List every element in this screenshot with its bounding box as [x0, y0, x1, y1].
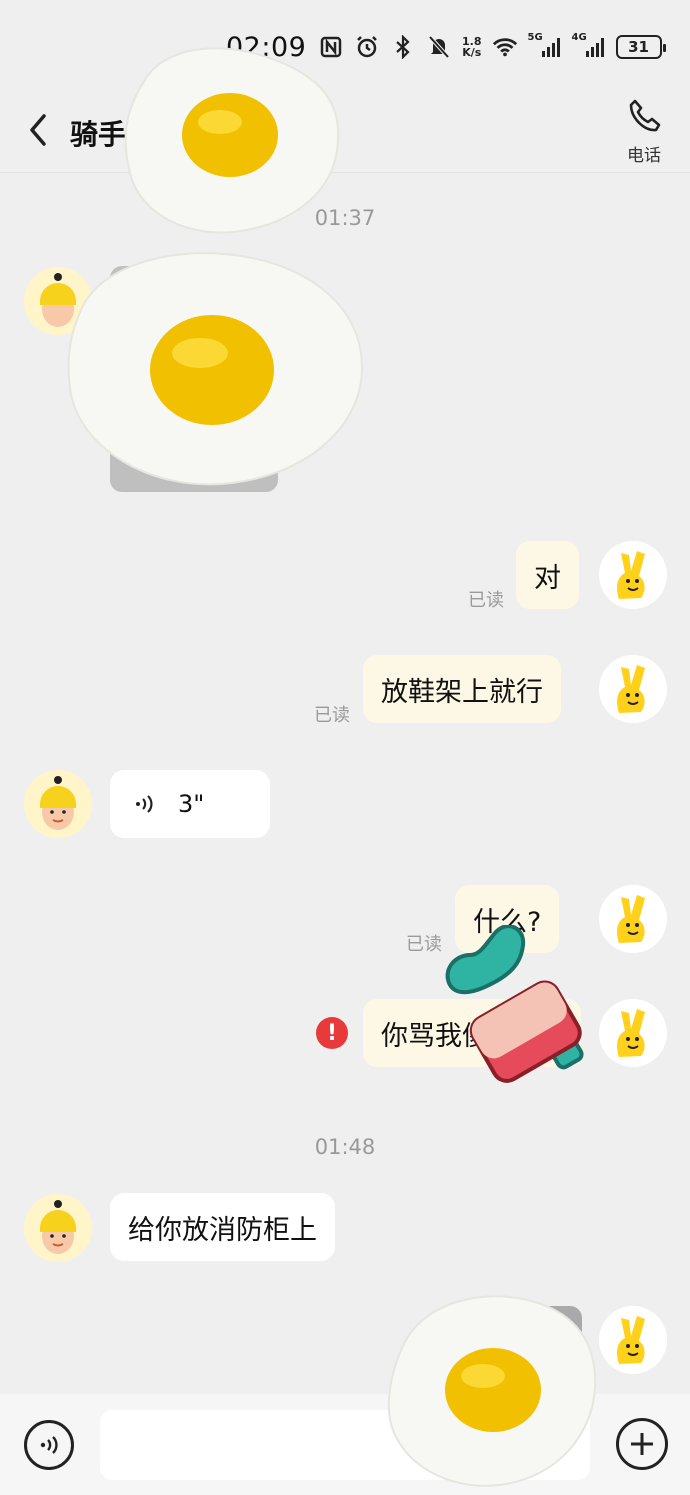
voice-input-button[interactable] [24, 1420, 74, 1470]
rider-avatar[interactable] [24, 1194, 92, 1262]
chevron-left-icon [30, 114, 46, 146]
fried-egg-sticker [387, 1295, 597, 1487]
more-button[interactable] [616, 1418, 668, 1470]
status-bar: 02:09 1.8 K/s 5G 4G 31 [0, 0, 690, 95]
read-receipt: 已读 [406, 934, 442, 955]
net-speed: 1.8 K/s [462, 35, 482, 59]
rider-avatar[interactable] [24, 770, 92, 838]
phone-icon [629, 99, 661, 132]
timestamp: 01:48 [314, 1135, 376, 1159]
message-bubble-out[interactable]: 对 [516, 541, 579, 609]
timestamp: 01:37 [314, 206, 376, 230]
signal-5g-icon: 5G [528, 32, 562, 60]
alarm-icon [354, 34, 380, 60]
my-avatar[interactable] [599, 999, 667, 1067]
hammer-sticker [445, 925, 584, 1083]
read-receipt: 已读 [468, 590, 504, 611]
call-button[interactable]: 电话 [620, 97, 668, 167]
my-avatar[interactable] [599, 655, 667, 723]
fried-egg-sticker [67, 252, 364, 486]
send-failed-icon[interactable]: ! [316, 1017, 348, 1049]
signal-4g-icon: 4G [572, 32, 606, 60]
battery-indicator: 31 [615, 35, 666, 59]
message-bubble-in[interactable]: 给你放消防柜上 [110, 1193, 335, 1261]
call-label: 电话 [627, 146, 661, 166]
wifi-icon [492, 34, 518, 60]
my-avatar[interactable] [599, 1306, 667, 1374]
bluetooth-icon [390, 34, 416, 60]
voice-duration: 3" [178, 790, 205, 818]
plus-icon [631, 1433, 653, 1455]
status-icons: 1.8 K/s 5G 4G 31 [318, 32, 666, 60]
message-bubble-out[interactable]: 放鞋架上就行 [363, 655, 561, 723]
voice-message[interactable]: 3" [110, 770, 270, 838]
my-avatar[interactable] [599, 885, 667, 953]
voice-wave-icon [40, 1436, 58, 1454]
voice-wave-icon [136, 795, 153, 813]
mute-bell-icon [426, 34, 452, 60]
my-avatar[interactable] [599, 541, 667, 609]
chat-header: 骑手 电话 [0, 95, 690, 173]
read-receipt: 已读 [314, 705, 350, 726]
back-button[interactable] [24, 111, 54, 149]
fried-egg-sticker [124, 47, 340, 234]
